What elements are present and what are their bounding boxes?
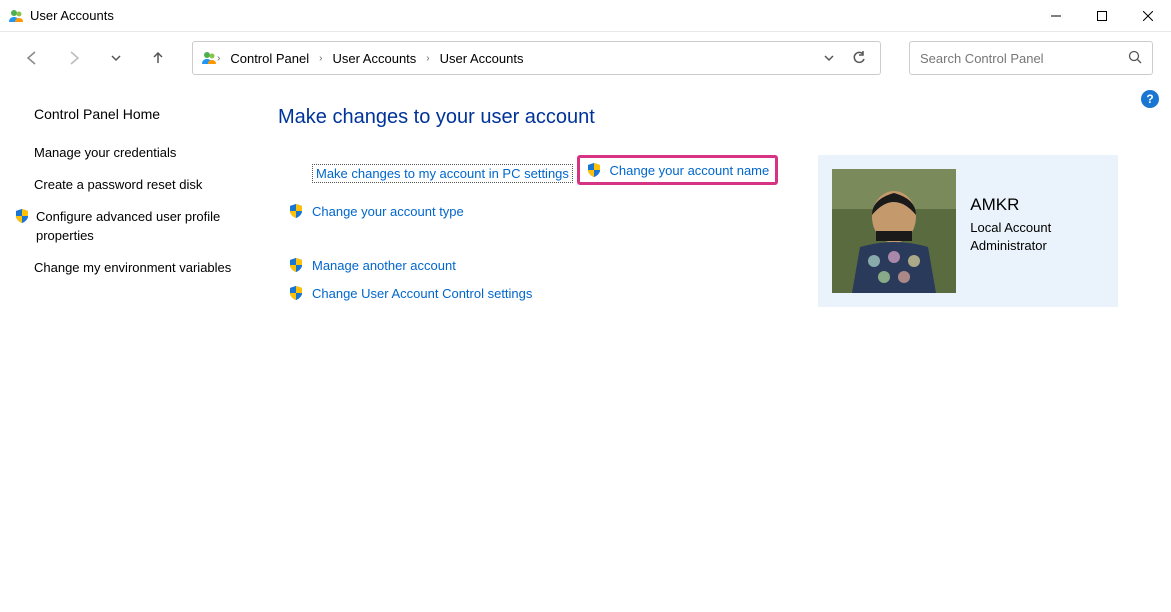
sidebar-item-env-vars[interactable]: Change my environment variables	[34, 259, 246, 277]
account-role: Administrator	[970, 237, 1051, 255]
change-account-name-link[interactable]: Change your account name	[577, 155, 779, 185]
sidebar-item-credentials[interactable]: Manage your credentials	[34, 144, 246, 162]
toolbar: › Control Panel › User Accounts › User A…	[0, 32, 1171, 84]
search-box[interactable]	[909, 41, 1153, 75]
refresh-button[interactable]	[844, 43, 874, 73]
shield-icon	[586, 162, 602, 178]
close-button[interactable]	[1125, 0, 1171, 32]
chevron-right-icon: ›	[217, 53, 220, 64]
user-accounts-icon	[8, 8, 24, 24]
window-title: User Accounts	[30, 8, 114, 23]
shield-icon	[288, 257, 304, 273]
action-links: Make changes to my account in PC setting…	[278, 155, 778, 311]
chevron-right-icon: ›	[426, 53, 429, 64]
address-dropdown-button[interactable]	[814, 43, 844, 73]
back-button[interactable]	[18, 44, 46, 72]
avatar	[832, 169, 956, 293]
breadcrumb-level1[interactable]: User Accounts	[328, 49, 420, 68]
manage-another-account-link[interactable]: Manage another account	[288, 255, 778, 275]
account-type: Local Account	[970, 219, 1051, 237]
help-icon[interactable]: ?	[1141, 90, 1159, 108]
search-icon[interactable]	[1128, 50, 1142, 67]
up-button[interactable]	[144, 44, 172, 72]
address-bar[interactable]: › Control Panel › User Accounts › User A…	[192, 41, 881, 75]
page-heading: Make changes to your user account	[278, 106, 1151, 129]
shield-icon	[288, 285, 304, 301]
sidebar-item-advanced-profile[interactable]: Configure advanced user profile properti…	[14, 208, 246, 244]
search-input[interactable]	[920, 51, 1128, 66]
breadcrumb: › Control Panel › User Accounts › User A…	[217, 49, 814, 68]
account-name: AMKR	[970, 195, 1051, 215]
pc-settings-link[interactable]: Make changes to my account in PC setting…	[312, 164, 573, 183]
breadcrumb-root[interactable]: Control Panel	[226, 49, 313, 68]
recent-locations-button[interactable]	[102, 44, 130, 72]
main-panel: Make changes to your user account Make c…	[260, 84, 1171, 311]
maximize-button[interactable]	[1079, 0, 1125, 32]
breadcrumb-level2[interactable]: User Accounts	[436, 49, 528, 68]
account-info: AMKR Local Account Administrator	[970, 169, 1051, 255]
forward-button[interactable]	[60, 44, 88, 72]
titlebar: User Accounts	[0, 0, 1171, 32]
account-card: AMKR Local Account Administrator	[818, 155, 1118, 307]
sidebar: Control Panel Home Manage your credentia…	[0, 84, 260, 311]
change-account-type-link[interactable]: Change your account type	[288, 201, 778, 221]
user-accounts-icon	[201, 50, 217, 66]
shield-icon	[288, 203, 304, 219]
control-panel-home-link[interactable]: Control Panel Home	[34, 106, 246, 122]
content-area: ? Control Panel Home Manage your credent…	[0, 84, 1171, 311]
sidebar-item-password-reset[interactable]: Create a password reset disk	[34, 176, 246, 194]
minimize-button[interactable]	[1033, 0, 1079, 32]
chevron-right-icon: ›	[319, 53, 322, 64]
change-uac-settings-link[interactable]: Change User Account Control settings	[288, 283, 778, 303]
shield-icon	[14, 208, 30, 224]
